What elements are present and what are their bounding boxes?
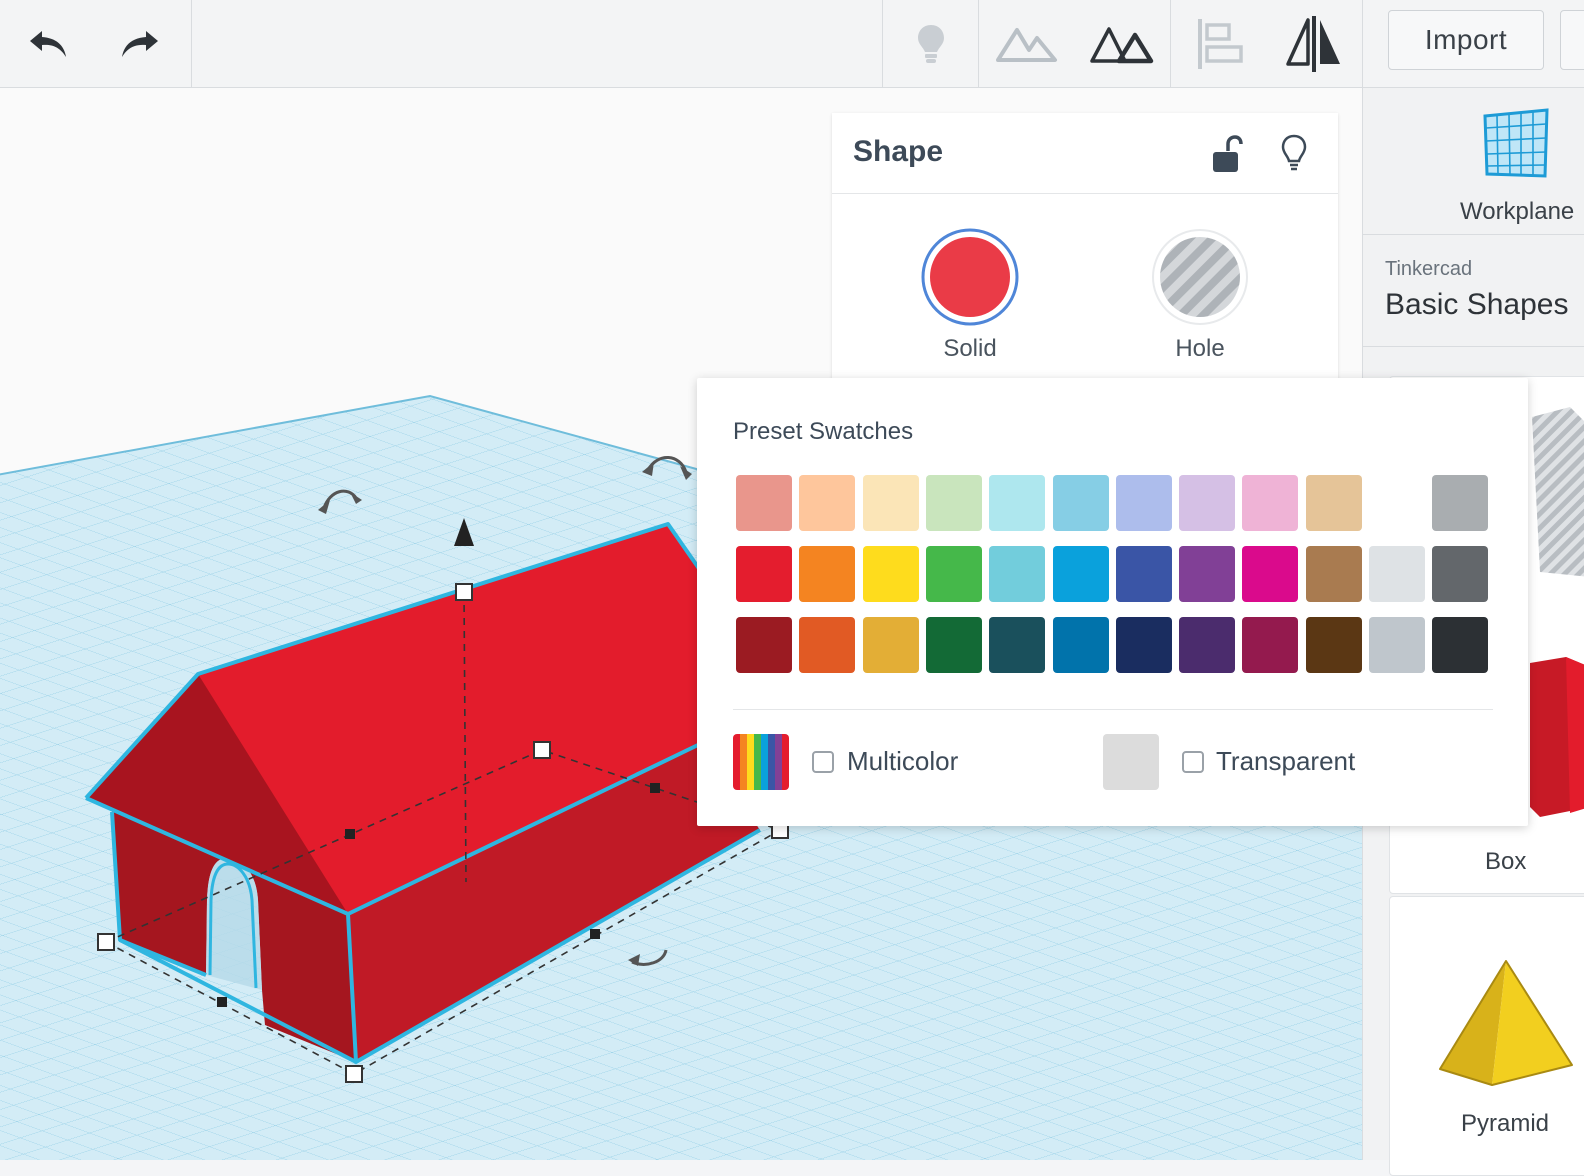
transparent-checkbox[interactable] — [1182, 751, 1204, 773]
color-swatch[interactable] — [862, 475, 919, 531]
multicolor-checkbox[interactable] — [812, 751, 834, 773]
color-swatch[interactable] — [1179, 475, 1236, 531]
color-swatch[interactable] — [1305, 617, 1362, 673]
color-picker-popup: Preset Swatches Multicolor Transparent — [697, 378, 1528, 826]
color-swatch[interactable] — [1305, 546, 1362, 602]
color-swatch[interactable] — [1432, 475, 1489, 531]
preset-swatches-title: Preset Swatches — [733, 418, 914, 445]
top-toolbar: Import — [0, 0, 1584, 88]
multicolor-swatch[interactable] — [733, 734, 789, 790]
library-source-label: Tinkercad — [1385, 258, 1473, 280]
color-swatch[interactable] — [989, 475, 1046, 531]
color-swatch[interactable] — [1179, 617, 1236, 673]
color-swatch[interactable] — [736, 475, 792, 531]
notes-button[interactable] — [900, 0, 962, 88]
color-swatch[interactable] — [1179, 546, 1236, 602]
hole-option[interactable] — [1150, 227, 1250, 327]
rainbow-icon — [733, 734, 789, 790]
group-shapes-icon — [1090, 27, 1154, 64]
group-button[interactable] — [1088, 0, 1156, 88]
inspector-title: Shape — [853, 135, 944, 168]
shape-inspector-panel: Shape Solid Hole — [832, 113, 1338, 413]
transparent-swatch[interactable] — [1103, 734, 1159, 790]
hole-striped-icon — [1152, 229, 1248, 325]
color-swatch[interactable] — [736, 617, 792, 673]
shape-category-dropdown[interactable]: Basic Shapes — [1363, 284, 1584, 344]
box-label: Box — [1485, 848, 1527, 875]
color-swatch[interactable] — [1432, 546, 1489, 602]
lock-button[interactable] — [1210, 135, 1244, 175]
export-button[interactable] — [1560, 10, 1584, 70]
color-swatch[interactable] — [925, 475, 982, 531]
color-swatch[interactable] — [1369, 617, 1425, 673]
color-swatch[interactable] — [862, 617, 919, 673]
striped-box-icon — [1532, 407, 1584, 577]
color-swatch[interactable] — [799, 475, 856, 531]
color-swatch[interactable] — [925, 617, 982, 673]
color-swatch[interactable] — [862, 546, 919, 602]
solid-option[interactable] — [920, 227, 1020, 327]
pyramid-icon — [1439, 960, 1573, 1086]
color-swatch[interactable] — [799, 546, 856, 602]
color-swatch[interactable] — [989, 617, 1046, 673]
color-swatch[interactable] — [1052, 546, 1109, 602]
shape-category-label: Basic Shapes — [1385, 288, 1569, 321]
mirror-button[interactable] — [1280, 0, 1348, 88]
mountains-outline-icon — [996, 28, 1057, 62]
redo-icon — [122, 31, 158, 57]
color-swatch[interactable] — [1115, 546, 1172, 602]
color-swatch[interactable] — [1242, 617, 1299, 673]
pyramid-label: Pyramid — [1461, 1110, 1550, 1137]
undo-button[interactable] — [18, 0, 80, 88]
transparent-label: Transparent — [1216, 746, 1356, 776]
color-swatch[interactable] — [1115, 475, 1172, 531]
unlocked-padlock-icon — [1213, 135, 1243, 172]
mirror-icon — [1286, 16, 1340, 72]
color-swatch[interactable] — [1052, 475, 1109, 531]
color-swatch[interactable] — [1305, 475, 1362, 531]
color-swatch[interactable] — [1432, 617, 1489, 673]
solid-label: Solid — [943, 335, 997, 362]
workplane-button[interactable]: Workplane — [1363, 88, 1584, 234]
hole-label: Hole — [1175, 335, 1225, 362]
color-swatch[interactable] — [1369, 546, 1425, 602]
color-swatch[interactable] — [1115, 617, 1172, 673]
color-swatch[interactable] — [989, 546, 1046, 602]
show-all-button[interactable] — [994, 0, 1060, 88]
solid-color-swatch — [921, 228, 1019, 326]
import-button[interactable]: Import — [1388, 10, 1544, 70]
notes-toggle-button[interactable] — [1280, 133, 1308, 175]
lightbulb-outline-icon — [1281, 134, 1307, 171]
undo-icon — [30, 31, 66, 57]
color-swatch[interactable] — [736, 546, 792, 602]
color-swatch[interactable] — [925, 546, 982, 602]
color-swatch[interactable] — [799, 617, 856, 673]
redo-button[interactable] — [108, 0, 170, 88]
color-swatch[interactable] — [1242, 546, 1299, 602]
align-icon — [1198, 19, 1243, 69]
multicolor-label: Multicolor — [847, 746, 959, 776]
color-swatch[interactable] — [1052, 617, 1109, 673]
box-icon — [1530, 657, 1584, 817]
workplane-label: Workplane — [1460, 198, 1575, 225]
color-swatch[interactable] — [1242, 475, 1299, 531]
lightbulb-icon — [918, 25, 944, 63]
align-button[interactable] — [1190, 0, 1248, 88]
workplane-icon — [1483, 108, 1549, 178]
